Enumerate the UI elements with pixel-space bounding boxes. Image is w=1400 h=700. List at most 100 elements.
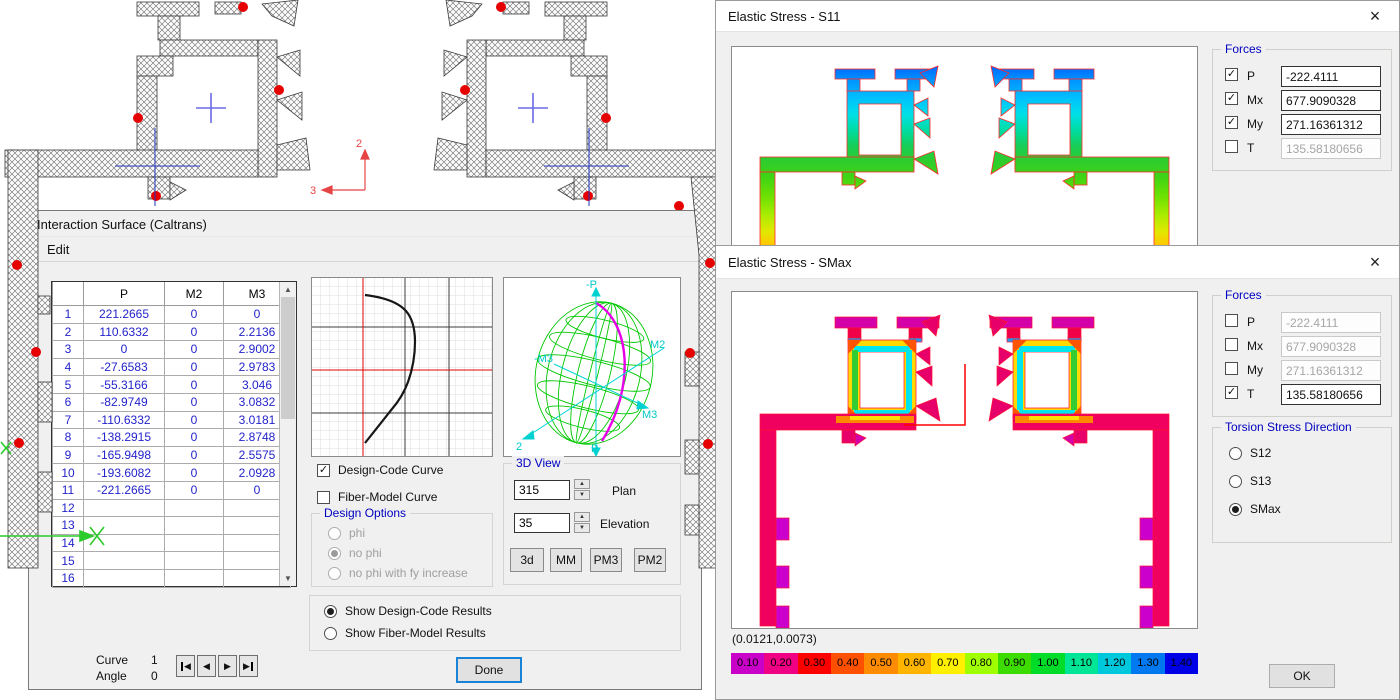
view-pm3-button[interactable]: PM3 [590, 548, 622, 572]
last-curve-button[interactable]: ▶ [239, 655, 258, 677]
s12-radio[interactable] [1229, 447, 1242, 460]
first-curve-button[interactable]: ◀ [176, 655, 195, 677]
surface-3d-plot: -P P M2 M3 -M3 2 [503, 277, 681, 457]
elevation-spinner[interactable]: ▲▼ [574, 512, 590, 533]
smax-titlebar: Elastic Stress - SMax × [716, 246, 1399, 279]
table-row[interactable]: 7 -110.6332 0 3.0181 [53, 411, 291, 429]
pm-table: P M2 M3 1 221.2665 0 0 2 [51, 281, 297, 587]
colorbar-segment: 1.40 [1165, 653, 1198, 674]
force-row-mx: Mx 677.9090328 [1213, 336, 1391, 358]
ok-button[interactable]: OK [1269, 664, 1335, 688]
mx-checkbox[interactable]: ✓ [1225, 92, 1238, 105]
prev-curve-button[interactable]: ◀ [197, 655, 216, 677]
svg-text:-P: -P [586, 279, 597, 291]
colorbar-segment: 1.00 [1031, 653, 1064, 674]
table-row[interactable]: 3 0 0 2.9002 [53, 341, 291, 359]
section-profile [5, 0, 310, 200]
table-row[interactable]: 14 [53, 534, 291, 552]
colorbar-segment: 1.30 [1131, 653, 1164, 674]
torsion-title: Torsion Stress Direction [1221, 420, 1356, 434]
table-row[interactable]: 6 -82.9749 0 3.0832 [53, 393, 291, 411]
mx-checkbox[interactable] [1225, 338, 1238, 351]
view-pm2-button[interactable]: PM2 [634, 548, 666, 572]
show-fiber-model-radio[interactable] [324, 627, 337, 640]
p-checkbox[interactable] [1225, 314, 1238, 327]
forces-title: Forces [1221, 42, 1266, 56]
plan-input[interactable] [514, 480, 570, 500]
pm-curve-svg [312, 278, 492, 456]
force-row-t: T 135.58180656 [1213, 138, 1391, 160]
spin-up-icon: ▲ [574, 512, 590, 522]
plan-spinner[interactable]: ▲▼ [574, 479, 590, 500]
mx-value-field[interactable]: 677.9090328 [1281, 90, 1381, 111]
table-row[interactable]: 12 [53, 499, 291, 517]
s11-titlebar: Elastic Stress - S11 × [716, 1, 1399, 32]
menu-bar: Edit [29, 236, 701, 262]
cad-drawing: 2 3 [0, 0, 720, 210]
elevation-input[interactable] [514, 513, 570, 533]
table-row[interactable]: 5 -55.3166 0 3.046 [53, 376, 291, 394]
scrollbar-thumb[interactable] [281, 297, 295, 419]
torsion-direction-group: Torsion Stress Direction S12 S13 SMax [1212, 427, 1392, 543]
mx-value-field: 677.9090328 [1281, 336, 1381, 357]
axis-2-label: 2 [356, 138, 362, 150]
t-value-field[interactable]: 135.58180656 [1281, 384, 1381, 405]
colorbar-segment: 0.30 [798, 653, 831, 674]
design-options-group: Design Options phi no phi no phi with fy… [311, 513, 493, 587]
view-3d-group: 3D View ▲▼ Plan ▲▼ Elevation 3d MM PM3 P… [503, 463, 681, 585]
force-row-mx: ✓ Mx 677.9090328 [1213, 90, 1391, 112]
force-row-p: P -222.4111 [1213, 312, 1391, 334]
view-mm-button[interactable]: MM [550, 548, 582, 572]
p-checkbox[interactable]: ✓ [1225, 68, 1238, 81]
svg-text:P: P [591, 443, 598, 455]
t-checkbox[interactable] [1225, 140, 1238, 153]
table-row[interactable]: 13 [53, 517, 291, 535]
table-row[interactable]: 8 -138.2915 0 2.8748 [53, 429, 291, 447]
table-row[interactable]: 1 221.2665 0 0 [53, 306, 291, 324]
s11-window: Elastic Stress - S11 × [715, 0, 1400, 246]
axis-3-label: 3 [310, 185, 316, 197]
vertex-dot [674, 201, 684, 210]
svg-text:M2: M2 [650, 339, 665, 351]
close-icon[interactable]: × [1363, 253, 1387, 271]
s13-radio[interactable] [1229, 475, 1242, 488]
scroll-up-icon[interactable]: ▲ [280, 282, 296, 297]
table-scrollbar[interactable]: ▲ ▼ [279, 282, 296, 586]
table-row[interactable]: 15 [53, 552, 291, 570]
p-value-field[interactable]: -222.4111 [1281, 66, 1381, 87]
curve-label: Curve [96, 653, 128, 667]
no-phi-radio [328, 547, 341, 560]
smax-forces-group: Forces P -222.4111 Mx 677.9090328 My 271… [1212, 295, 1392, 417]
show-design-code-radio[interactable] [324, 605, 337, 618]
s11-plot [731, 46, 1198, 246]
close-icon[interactable]: × [1363, 7, 1387, 25]
design-code-curve-checkbox[interactable]: ✓ [317, 464, 330, 477]
my-checkbox[interactable] [1225, 362, 1238, 375]
curve-value: 1 [151, 653, 158, 667]
scroll-down-icon[interactable]: ▼ [280, 571, 296, 586]
menu-edit[interactable]: Edit [47, 242, 69, 257]
fiber-model-curve-checkbox[interactable] [317, 491, 330, 504]
table-row[interactable]: 10 -193.6082 0 2.0928 [53, 464, 291, 482]
force-row-t: ✓ T 135.58180656 [1213, 384, 1391, 406]
table-row[interactable]: 4 -27.6583 0 2.9783 [53, 358, 291, 376]
my-value-field: 271.16361312 [1281, 360, 1381, 381]
smax-radio[interactable] [1229, 503, 1242, 516]
table-row[interactable]: 16 [53, 569, 291, 587]
design-options-title: Design Options [320, 506, 410, 520]
colorbar-segment: 0.80 [965, 653, 998, 674]
my-value-field[interactable]: 271.16361312 [1281, 114, 1381, 135]
view-3d-button[interactable]: 3d [510, 548, 544, 572]
pm-curve-plot [311, 277, 493, 457]
fiber-model-curve-label: Fiber-Model Curve [338, 490, 437, 504]
done-button[interactable]: Done [456, 657, 522, 683]
table-row[interactable]: 2 110.6332 0 2.2136 [53, 323, 291, 341]
angle-value: 0 [151, 669, 158, 683]
table-row[interactable]: 9 -165.9498 0 2.5575 [53, 446, 291, 464]
table-row[interactable]: 11 -221.2665 0 0 [53, 481, 291, 499]
forces-title: Forces [1221, 288, 1266, 302]
centroid-cross [196, 93, 226, 123]
next-curve-button[interactable]: ▶ [218, 655, 237, 677]
t-checkbox[interactable]: ✓ [1225, 386, 1238, 399]
my-checkbox[interactable]: ✓ [1225, 116, 1238, 129]
